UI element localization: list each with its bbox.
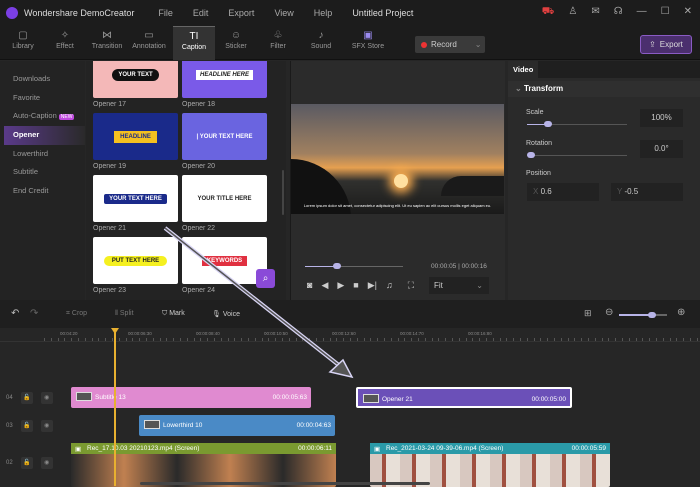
timeline-scrollbar[interactable]: [140, 482, 430, 485]
playhead-handle[interactable]: [111, 328, 119, 334]
drag-arrow: [163, 226, 354, 379]
playhead[interactable]: [114, 328, 116, 486]
